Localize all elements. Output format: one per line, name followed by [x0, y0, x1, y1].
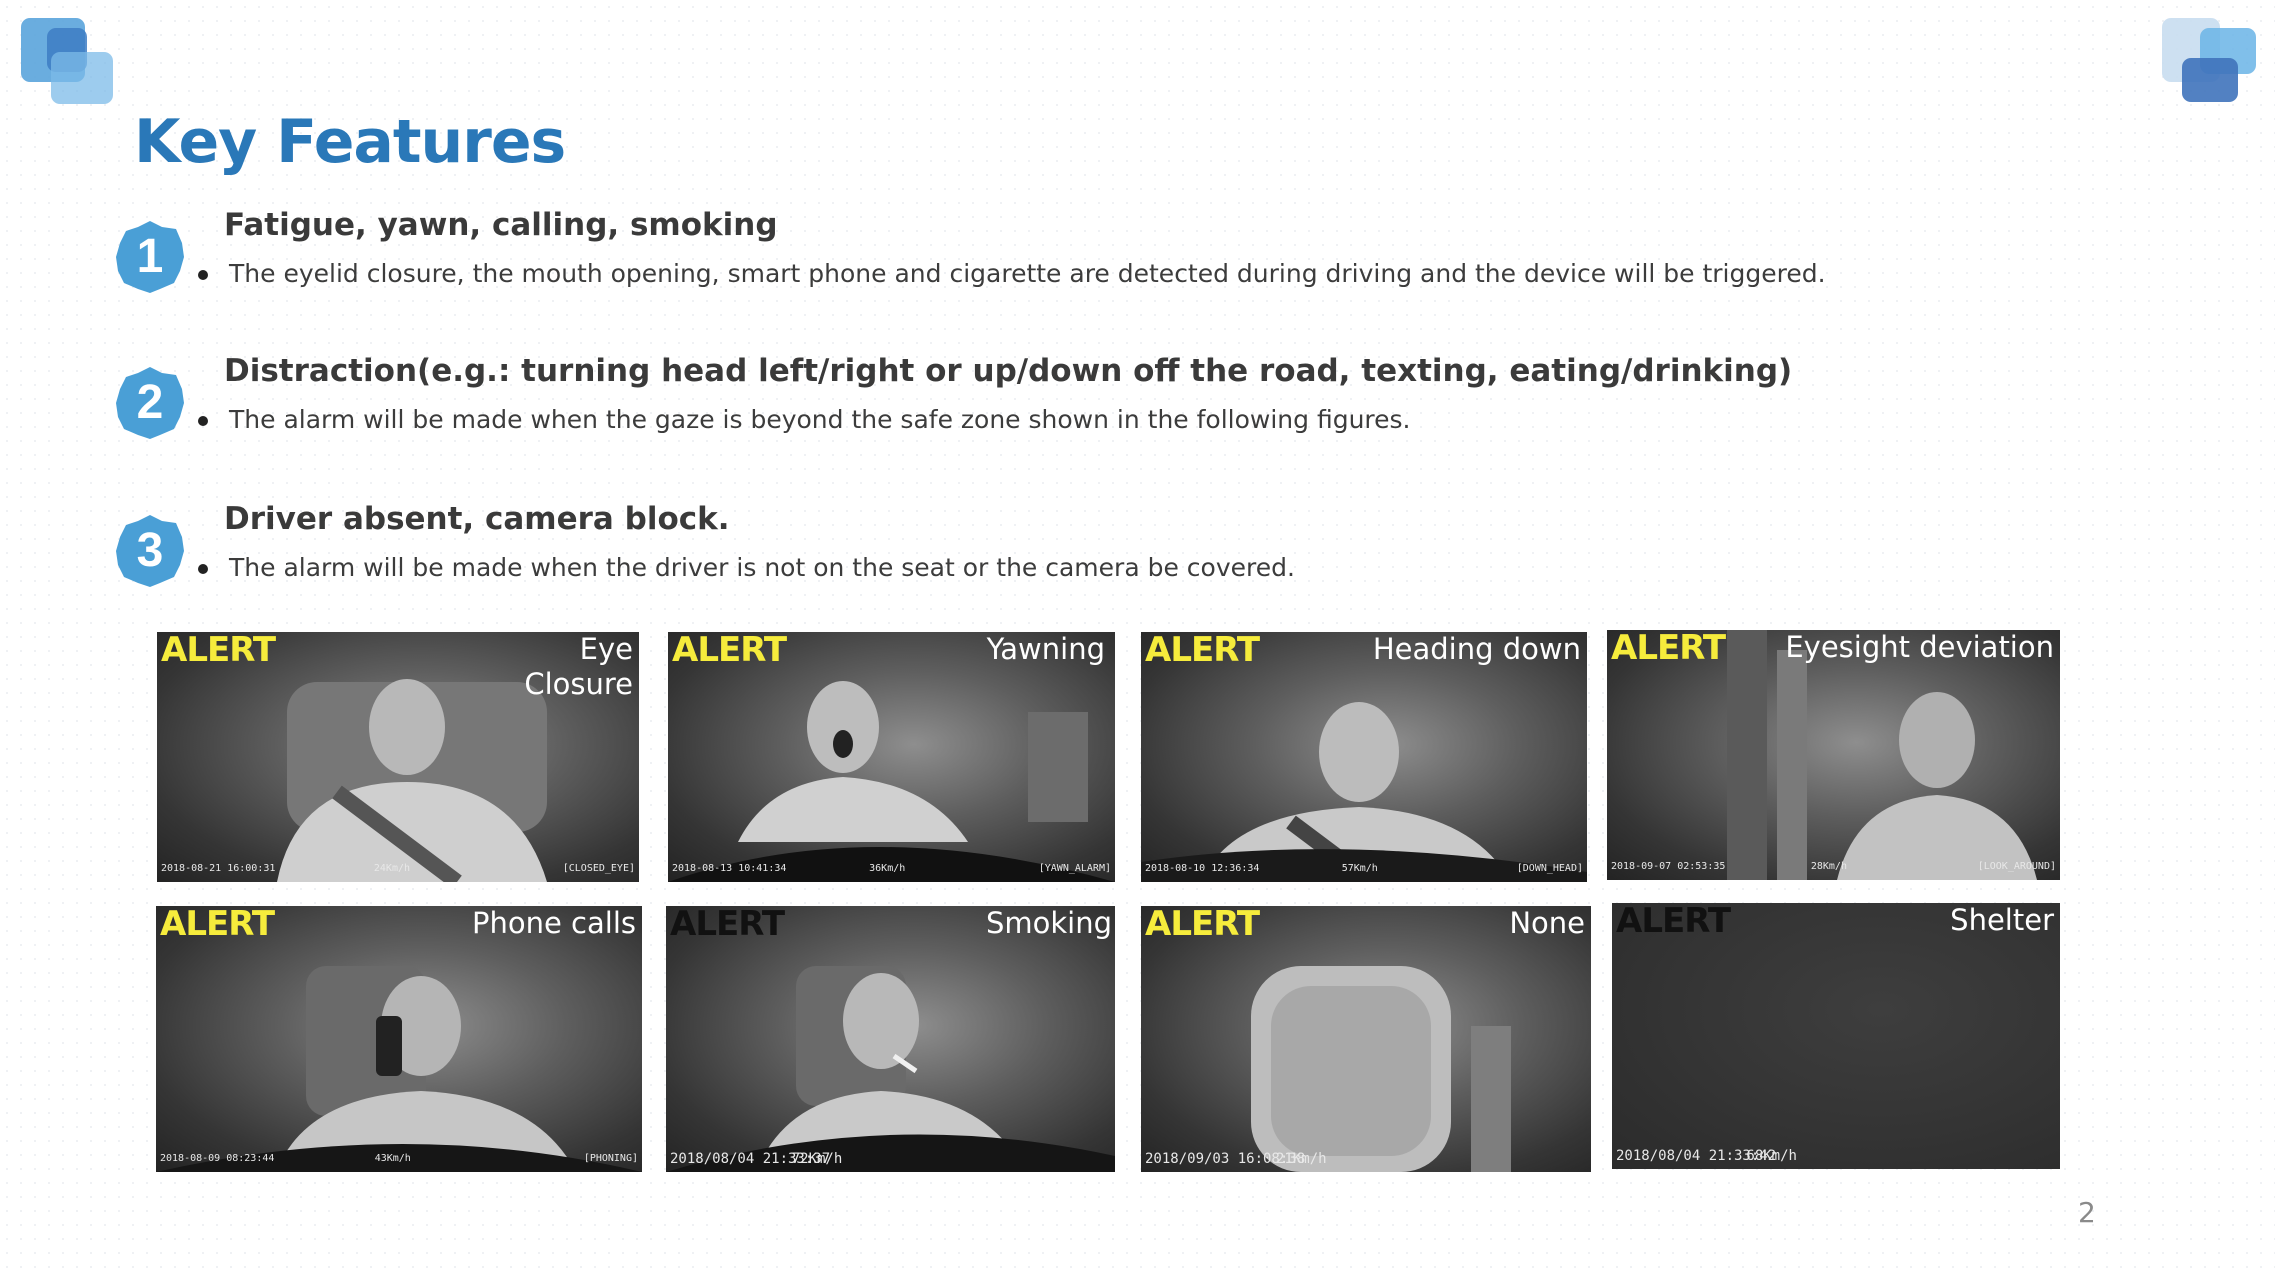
feature-bullet: The eyelid closure, the mouth opening, s…	[198, 259, 1826, 288]
image-label: Phone calls	[472, 906, 636, 940]
bullet-dot-icon	[198, 564, 208, 574]
image-label: Smoking	[985, 906, 1112, 940]
image-label: Yawning	[986, 632, 1105, 666]
camera-image-phone-calls: ALERT Phone calls 2018-08-09 08:23:44 43…	[156, 906, 642, 1172]
speed-readout: 72Km/h	[791, 1151, 843, 1167]
driver-scene	[666, 966, 1115, 1172]
speed-readout: 68Km/h	[1746, 1148, 1797, 1164]
speed-readout: 43Km/h	[374, 1153, 411, 1164]
driver-scene	[1251, 966, 1511, 1172]
svg-text:1: 1	[137, 230, 164, 283]
event-code: [LOOK_AROUND]	[1977, 861, 2056, 872]
bullet-dot-icon	[198, 270, 208, 280]
alert-badge: ALERT	[161, 632, 276, 670]
alert-badge: ALERT	[1616, 903, 1731, 941]
logo-top-right	[2162, 18, 2257, 106]
event-code: [CLOSED_EYE]	[562, 863, 635, 874]
page-title: Key Features	[134, 107, 566, 177]
speed-readout: 28Km/h	[1810, 861, 1847, 872]
camera-image-none: ALERT None 2018/09/03 16:08:38 21Km/h	[1141, 906, 1591, 1172]
speed-readout: 21Km/h	[1276, 1151, 1327, 1167]
logo-top-left	[21, 18, 116, 106]
image-label: Shelter	[1950, 903, 2054, 937]
camera-image-shelter: ALERT Shelter 2018/08/04 21:33:42 68Km/h	[1612, 903, 2060, 1169]
bullet-dot-icon	[198, 416, 208, 426]
page-number: 2	[2078, 1196, 2096, 1229]
timestamp: 2018-08-13 10:41:34	[672, 863, 787, 874]
svg-text:2: 2	[137, 376, 164, 429]
feature-heading: Distraction(e.g.: turning head left/righ…	[224, 353, 1793, 389]
svg-text:3: 3	[137, 524, 164, 577]
camera-image-smoking: ALERT Smoking 2018/08/04 21:33:37 72Km/h	[666, 906, 1115, 1172]
event-code: [DOWN_HEAD]	[1516, 863, 1583, 874]
alert-badge: ALERT	[160, 906, 275, 944]
feature-bullet: The alarm will be made when the gaze is …	[198, 405, 1411, 434]
feature-heading: Driver absent, camera block.	[224, 501, 730, 537]
feature-bullet: The alarm will be made when the driver i…	[198, 553, 1295, 582]
feature-heading: Fatigue, yawn, calling, smoking	[224, 207, 778, 243]
timestamp: 2018-08-10 12:36:34	[1145, 863, 1260, 874]
alert-badge: ALERT	[1145, 906, 1260, 944]
image-label: Eye Closure	[524, 632, 633, 701]
camera-image-eyesight-deviation: ALERT Eyesight deviation 2018-09-07 02:5…	[1607, 630, 2060, 880]
image-label: None	[1509, 906, 1585, 940]
speed-readout: 24Km/h	[373, 863, 411, 874]
driver-scene	[156, 966, 642, 1172]
event-code: [YAWN_ALARM]	[1038, 863, 1111, 874]
number-badge-3: 3	[116, 515, 184, 587]
alert-badge: ALERT	[670, 906, 785, 944]
speed-readout: 36Km/h	[869, 863, 906, 874]
timestamp: 2018-09-07 02:53:35	[1611, 861, 1726, 872]
timestamp: 2018-08-21 16:00:31	[161, 863, 276, 874]
camera-image-heading-down: ALERT Heading down 2018-08-10 12:36:34 5…	[1141, 632, 1587, 882]
image-label: Eyesight deviation	[1785, 630, 2054, 664]
event-code: [PHONING]	[583, 1153, 638, 1164]
image-label: Heading down	[1372, 632, 1581, 666]
camera-image-eye-closure: ALERT Eye Closure 2018-08-21 16:00:31 24…	[157, 632, 639, 882]
number-badge-2: 2	[116, 367, 184, 439]
alert-badge: ALERT	[1611, 630, 1726, 668]
number-badge-1: 1	[116, 221, 184, 293]
timestamp: 2018-08-09 08:23:44	[160, 1153, 275, 1164]
alert-badge: ALERT	[672, 632, 787, 670]
speed-readout: 57Km/h	[1341, 863, 1378, 874]
camera-image-yawning: ALERT Yawning 2018-08-13 10:41:34 36Km/h…	[668, 632, 1115, 882]
alert-badge: ALERT	[1145, 632, 1260, 670]
